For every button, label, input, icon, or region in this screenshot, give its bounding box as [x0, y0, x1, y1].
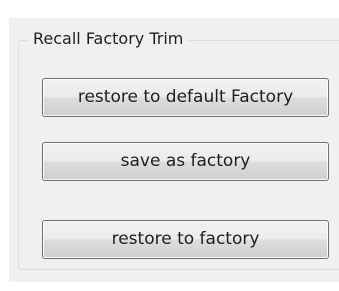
save-as-factory-button[interactable]: save as factory — [42, 142, 329, 181]
restore-default-factory-button[interactable]: restore to default Factory — [42, 78, 329, 117]
restore-to-factory-button[interactable]: restore to factory — [42, 220, 329, 259]
groupbox-title: Recall Factory Trim — [28, 28, 189, 50]
